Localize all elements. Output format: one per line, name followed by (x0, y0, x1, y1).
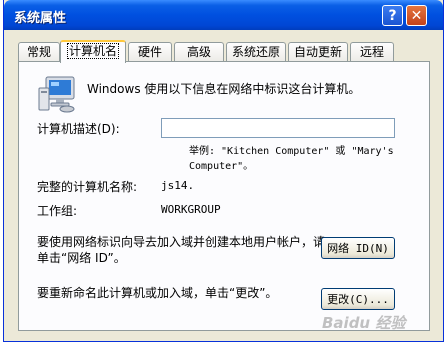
full-name-value: js14. (161, 179, 195, 192)
baidu-watermark: Baidu 经验 (322, 314, 406, 332)
workgroup-value: WORKGROUP (161, 203, 221, 216)
tab-system-restore[interactable]: 系统还原 (226, 42, 286, 62)
title-bar[interactable]: 系统属性 ? ✕ (4, 0, 443, 30)
change-button[interactable]: 更改(C)... (321, 288, 395, 310)
description-label: 计算机描述(D): (37, 122, 120, 136)
tab-remote[interactable]: 远程 (350, 42, 394, 62)
workgroup-label: 工作组: (37, 204, 78, 218)
example-text: 举例: "Kitchen Computer" 或 "Mary's Compute… (189, 146, 394, 172)
tab-automatic-updates[interactable]: 自动更新 (288, 42, 348, 62)
description-input[interactable] (161, 118, 395, 138)
help-button[interactable]: ? (382, 5, 403, 26)
intro-text: Windows 使用以下信息在网络中标识这台计算机。 (87, 82, 361, 96)
tab-general[interactable]: 常规 (18, 42, 60, 62)
network-id-text: 要使用网络标识向导去加入域并创建本地用户帐户，请单击“网络 ID”。 (37, 235, 326, 265)
computer-icon (38, 76, 75, 113)
tab-hardware[interactable]: 硬件 (128, 42, 172, 62)
tab-computer-name[interactable]: 计算机名 (60, 40, 126, 63)
rename-text: 要重新命名此计算机或加入域，单击“更改”。 (37, 286, 278, 300)
window-title: 系统属性 (14, 11, 67, 26)
computer-name-panel: Windows 使用以下信息在网络中标识这台计算机。 计算机描述(D): 举例:… (18, 61, 430, 331)
tab-advanced[interactable]: 高级 (174, 42, 224, 62)
close-button[interactable]: ✕ (406, 5, 427, 26)
network-id-button[interactable]: 网络 ID(N) (321, 237, 395, 259)
full-name-label: 完整的计算机名称: (37, 180, 138, 194)
system-properties-window: 系统属性 ? ✕ 常规 计算机名 硬件 高级 系统还原 自动更新 远程 Wind… (3, 0, 444, 342)
